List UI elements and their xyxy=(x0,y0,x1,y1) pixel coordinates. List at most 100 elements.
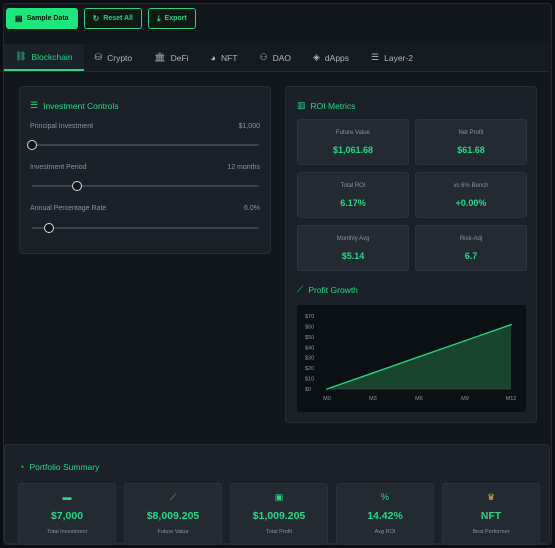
tab-dapps[interactable]: ◈ dApps xyxy=(302,44,360,71)
bank-icon: 🏛 xyxy=(154,52,166,62)
metric-total-roi: Total ROI 6.17% xyxy=(297,172,409,218)
metric-label: Monthly Avg xyxy=(336,236,370,242)
card-value: $7,000 xyxy=(50,510,84,522)
panel-title: Investment Controls xyxy=(43,100,119,111)
y-tick-label: $70 xyxy=(305,314,314,320)
metric-label: Total ROI xyxy=(340,183,366,189)
y-tick-label: $30 xyxy=(305,356,314,362)
summary-card-avg-roi: % 14.42% Avg ROI xyxy=(336,483,434,545)
y-tick-label: $40 xyxy=(305,345,314,351)
summary-card-total-profit: ▣ $1,009.205 Total Profit xyxy=(230,483,328,545)
trophy-icon: ♛ xyxy=(486,492,496,502)
apr-slider[interactable] xyxy=(32,223,259,233)
tab-defi[interactable]: 🏛 DeFi xyxy=(143,44,199,71)
card-label: Avg ROI xyxy=(374,529,396,535)
card-value: NFT xyxy=(480,510,502,522)
metric-vs-bench: vs 6% Bench +0.00% xyxy=(415,172,527,218)
card-value: 14.42% xyxy=(367,510,403,522)
principal-label: Principal Investment xyxy=(30,123,94,130)
roi-metrics-panel: ▥ ROI Metrics Future Value $1,061.68 Net… xyxy=(285,86,537,423)
principal-slider-thumb[interactable] xyxy=(27,140,37,150)
metric-risk-adj: Risk-Adj 6.7 xyxy=(415,225,527,271)
card-value: $1,009.205 xyxy=(252,510,306,522)
export-button[interactable]: ⤓ Export xyxy=(148,8,196,29)
metric-label: Risk-Adj xyxy=(459,236,483,242)
x-tick-label: M6 xyxy=(415,396,423,402)
profit-growth-chart: $70 $60 $50 $40 $30 $20 $10 $0 M0 M3 M6 M9 M12 xyxy=(297,305,526,412)
period-slider-thumb[interactable] xyxy=(72,181,83,191)
metric-label: vs 6% Bench xyxy=(453,183,489,189)
download-icon: ⤓ xyxy=(157,13,161,23)
tab-label: dApps xyxy=(324,52,350,63)
tab-crypto[interactable]: ⛁ Crypto xyxy=(84,44,144,71)
x-tick-label: M9 xyxy=(461,396,469,402)
portfolio-summary-header: ◔ Portfolio Summary xyxy=(19,462,99,472)
database-icon: ▤ xyxy=(15,13,23,23)
tab-blockchain[interactable]: ⛓ Blockchain xyxy=(4,44,84,71)
tab-label: DeFi xyxy=(170,52,189,63)
y-tick-label: $20 xyxy=(305,366,314,372)
x-tick-label: M3 xyxy=(369,396,377,402)
period-value: 12 months xyxy=(227,164,260,171)
link-icon: ⛓ xyxy=(15,51,27,61)
metric-label: Net Profit xyxy=(458,130,484,136)
tab-label: DAO xyxy=(272,52,291,63)
reset-all-button[interactable]: ↻ Reset All xyxy=(83,8,142,29)
apr-slider-thumb[interactable] xyxy=(44,223,55,233)
tab-label: NFT xyxy=(220,52,238,63)
palette-icon: ◕ xyxy=(210,52,216,63)
sliders-icon: ☰ xyxy=(30,100,39,110)
metric-label: Future Value xyxy=(336,130,370,136)
tab-label: Crypto xyxy=(107,52,133,63)
card-label: Total Profit xyxy=(266,529,292,535)
data-point xyxy=(372,372,374,374)
money-icon: ▣ xyxy=(274,492,284,502)
apr-value: 6.0% xyxy=(244,205,260,212)
apr-label: Annual Percentage Rate xyxy=(30,205,107,212)
card-label: Total Investment xyxy=(46,529,88,535)
investment-controls-header: ☰ Investment Controls xyxy=(30,100,119,111)
tab-nft[interactable]: ◕ NFT xyxy=(200,44,249,71)
data-point xyxy=(510,323,512,326)
metric-value: $5.14 xyxy=(341,251,365,261)
sample-data-button[interactable]: ▤ Sample Data xyxy=(6,8,78,29)
layers-icon: ☰ xyxy=(371,52,380,62)
refresh-icon: ↻ xyxy=(92,13,100,23)
chart-bar-icon: ▥ xyxy=(297,100,306,110)
data-point xyxy=(464,339,466,342)
x-tick-label: M0 xyxy=(323,396,331,402)
profit-growth-header: ⟋ Profit Growth xyxy=(297,284,358,295)
investment-controls-panel: ☰ Investment Controls Principal Investme… xyxy=(19,86,271,254)
period-slider[interactable] xyxy=(32,181,259,191)
chart-line-icon: ⟋ xyxy=(297,284,304,294)
principal-value: $1,000 xyxy=(238,123,260,130)
metric-net-profit: Net Profit $61.68 xyxy=(415,119,527,165)
y-tick-label: $0 xyxy=(305,387,311,393)
cube-icon: ◈ xyxy=(313,52,320,62)
data-point xyxy=(418,355,420,358)
y-tick-label: $10 xyxy=(305,377,314,383)
export-label: Export xyxy=(164,15,187,22)
percent-icon: % xyxy=(380,492,389,502)
sample-data-label: Sample Data xyxy=(26,15,69,22)
panel-title: ROI Metrics xyxy=(310,100,356,111)
tab-label: Blockchain xyxy=(31,51,73,62)
category-tabs: ⛓ Blockchain ⛁ Crypto 🏛 DeFi ◕ NFT ⚇ DAO… xyxy=(4,44,550,72)
toolbar: ▤ Sample Data ↻ Reset All ⤓ Export xyxy=(6,8,196,29)
card-value: $8,009.205 xyxy=(146,510,200,522)
metric-monthly-avg: Monthly Avg $5.14 xyxy=(297,225,409,271)
panel-title: Portfolio Summary xyxy=(29,462,100,472)
tab-layer-2[interactable]: ☰ Layer-2 xyxy=(360,44,424,71)
pie-chart-icon: ◔ xyxy=(19,462,25,472)
coins-icon: ⛁ xyxy=(94,52,103,62)
metric-future-value: Future Value $1,061.68 xyxy=(297,119,409,165)
metric-value: 6.7 xyxy=(464,251,478,261)
summary-card-best-performer: ♛ NFT Best Performer xyxy=(442,483,540,545)
period-label: Investment Period xyxy=(30,164,87,171)
portfolio-summary-panel: ◔ Portfolio Summary ▬ $7,000 Total Inves… xyxy=(4,444,550,545)
y-tick-label: $60 xyxy=(305,324,314,330)
principal-slider[interactable] xyxy=(27,140,259,150)
tab-dao[interactable]: ⚇ DAO xyxy=(249,44,303,71)
x-tick-label: M12 xyxy=(506,396,517,402)
metric-value: +0.00% xyxy=(455,198,487,208)
